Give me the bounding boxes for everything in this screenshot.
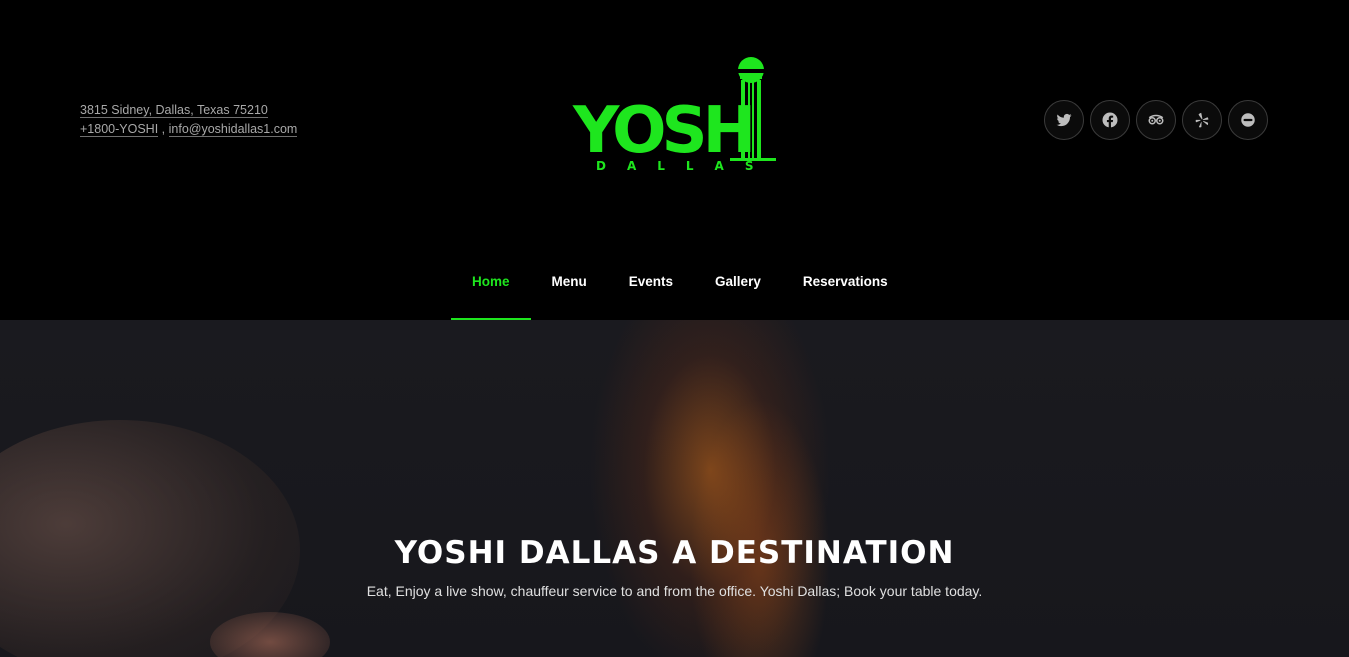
address-link[interactable]: 3815 Sidney, Dallas, Texas 75210: [80, 103, 268, 118]
tripadvisor-icon: [1148, 114, 1164, 125]
hero-title: YOSHI DALLAS A DESTINATION: [394, 535, 955, 571]
svg-text:YOSH: YOSH: [572, 94, 751, 168]
yelp-icon: [1195, 112, 1209, 128]
svg-text:DALLAS: DALLAS: [596, 159, 774, 173]
nav-menu[interactable]: Menu: [531, 242, 608, 320]
contact-separator: ,: [161, 122, 166, 136]
facebook-icon: [1102, 112, 1118, 128]
opentable-icon: [1241, 113, 1255, 127]
site-header: 3815 Sidney, Dallas, Texas 75210 +1800-Y…: [0, 0, 1349, 320]
email-link[interactable]: info@yoshidallas1.com: [168, 122, 298, 137]
twitter-icon: [1056, 113, 1072, 127]
facebook-button[interactable]: [1090, 100, 1130, 140]
nav-events[interactable]: Events: [608, 242, 694, 320]
yoshi-dallas-logo[interactable]: YOSH DALLAS: [570, 52, 785, 174]
phone-link[interactable]: +1800-YOSHI: [80, 122, 159, 137]
nav-reservations[interactable]: Reservations: [782, 242, 909, 320]
contact-info: 3815 Sidney, Dallas, Texas 75210 +1800-Y…: [80, 101, 298, 139]
nav-gallery[interactable]: Gallery: [694, 242, 782, 320]
opentable-button[interactable]: [1228, 100, 1268, 140]
logo-graphic: YOSH DALLAS: [572, 57, 776, 173]
hero-subtitle: Eat, Enjoy a live show, chauffeur servic…: [366, 583, 983, 599]
yelp-button[interactable]: [1182, 100, 1222, 140]
tripadvisor-button[interactable]: [1136, 100, 1176, 140]
hero-section: YOSHI DALLAS A DESTINATION Eat, Enjoy a …: [0, 320, 1349, 657]
main-navigation: Home Menu Events Gallery Reservations: [451, 242, 909, 320]
nav-home[interactable]: Home: [451, 242, 531, 320]
social-links: [1044, 100, 1268, 140]
twitter-button[interactable]: [1044, 100, 1084, 140]
